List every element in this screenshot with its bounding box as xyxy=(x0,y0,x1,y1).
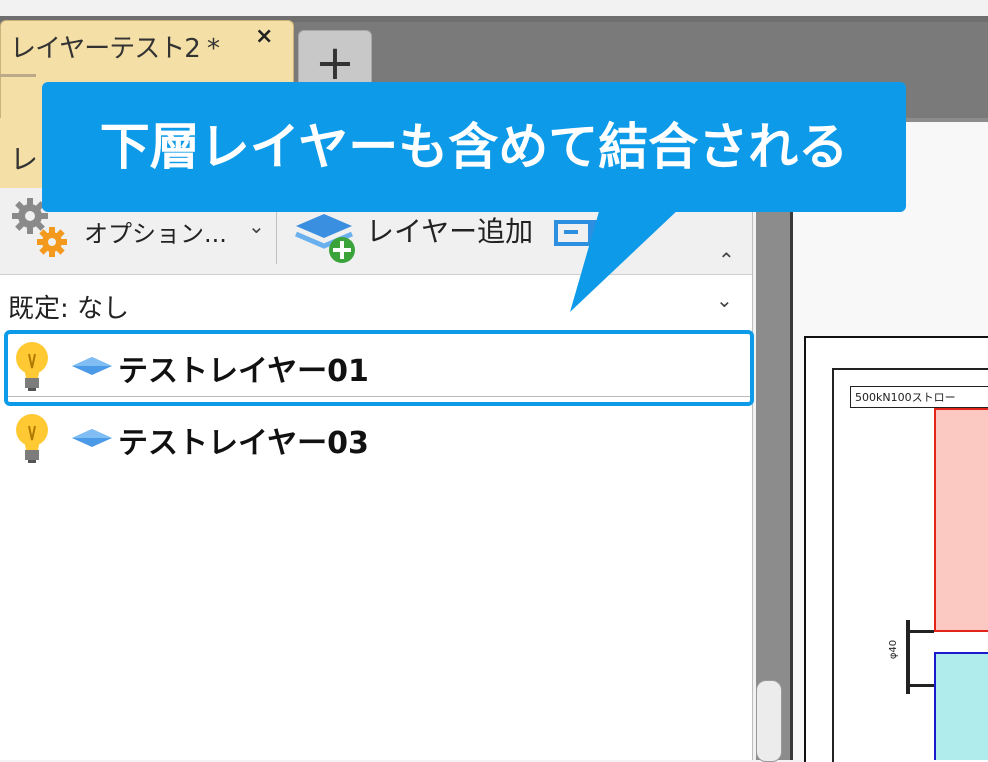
dimension-tick-bottom xyxy=(906,684,934,687)
tab-underline xyxy=(0,74,36,77)
layer-add-icon[interactable] xyxy=(292,206,362,266)
drawing-title-block: 500kN100ストロー xyxy=(850,386,988,408)
callout-text: 下層レイヤーも含めて結合される xyxy=(99,118,849,176)
scroll-up-icon[interactable]: ⌃ xyxy=(718,248,735,272)
chevron-down-icon[interactable]: ⌄ xyxy=(716,288,733,312)
blue-shape[interactable] xyxy=(934,652,988,760)
add-layer-button[interactable]: レイヤー追加 xyxy=(366,210,533,250)
dimension-label: φ40 xyxy=(888,639,900,660)
lightbulb-icon[interactable] xyxy=(12,412,52,464)
chevron-down-icon[interactable]: ⌄ xyxy=(248,214,265,238)
vertical-scrollbar[interactable] xyxy=(756,680,782,762)
callout-tail xyxy=(570,208,680,312)
layer-row[interactable]: テストレイヤー03 xyxy=(6,406,750,468)
close-tab-icon[interactable]: × xyxy=(255,24,273,49)
panel-tab-label[interactable]: レ xyxy=(10,138,38,178)
document-tab-title[interactable]: レイヤーテスト2 * xyxy=(10,28,220,65)
dimension-tick-top xyxy=(906,630,934,633)
diamond-icon xyxy=(72,429,112,447)
options-button[interactable]: オプション... xyxy=(84,214,227,249)
red-shape[interactable] xyxy=(934,408,988,632)
layer-name[interactable]: テストレイヤー03 xyxy=(118,418,369,462)
default-label: 既定: なし xyxy=(8,294,130,324)
selection-highlight xyxy=(4,330,754,406)
